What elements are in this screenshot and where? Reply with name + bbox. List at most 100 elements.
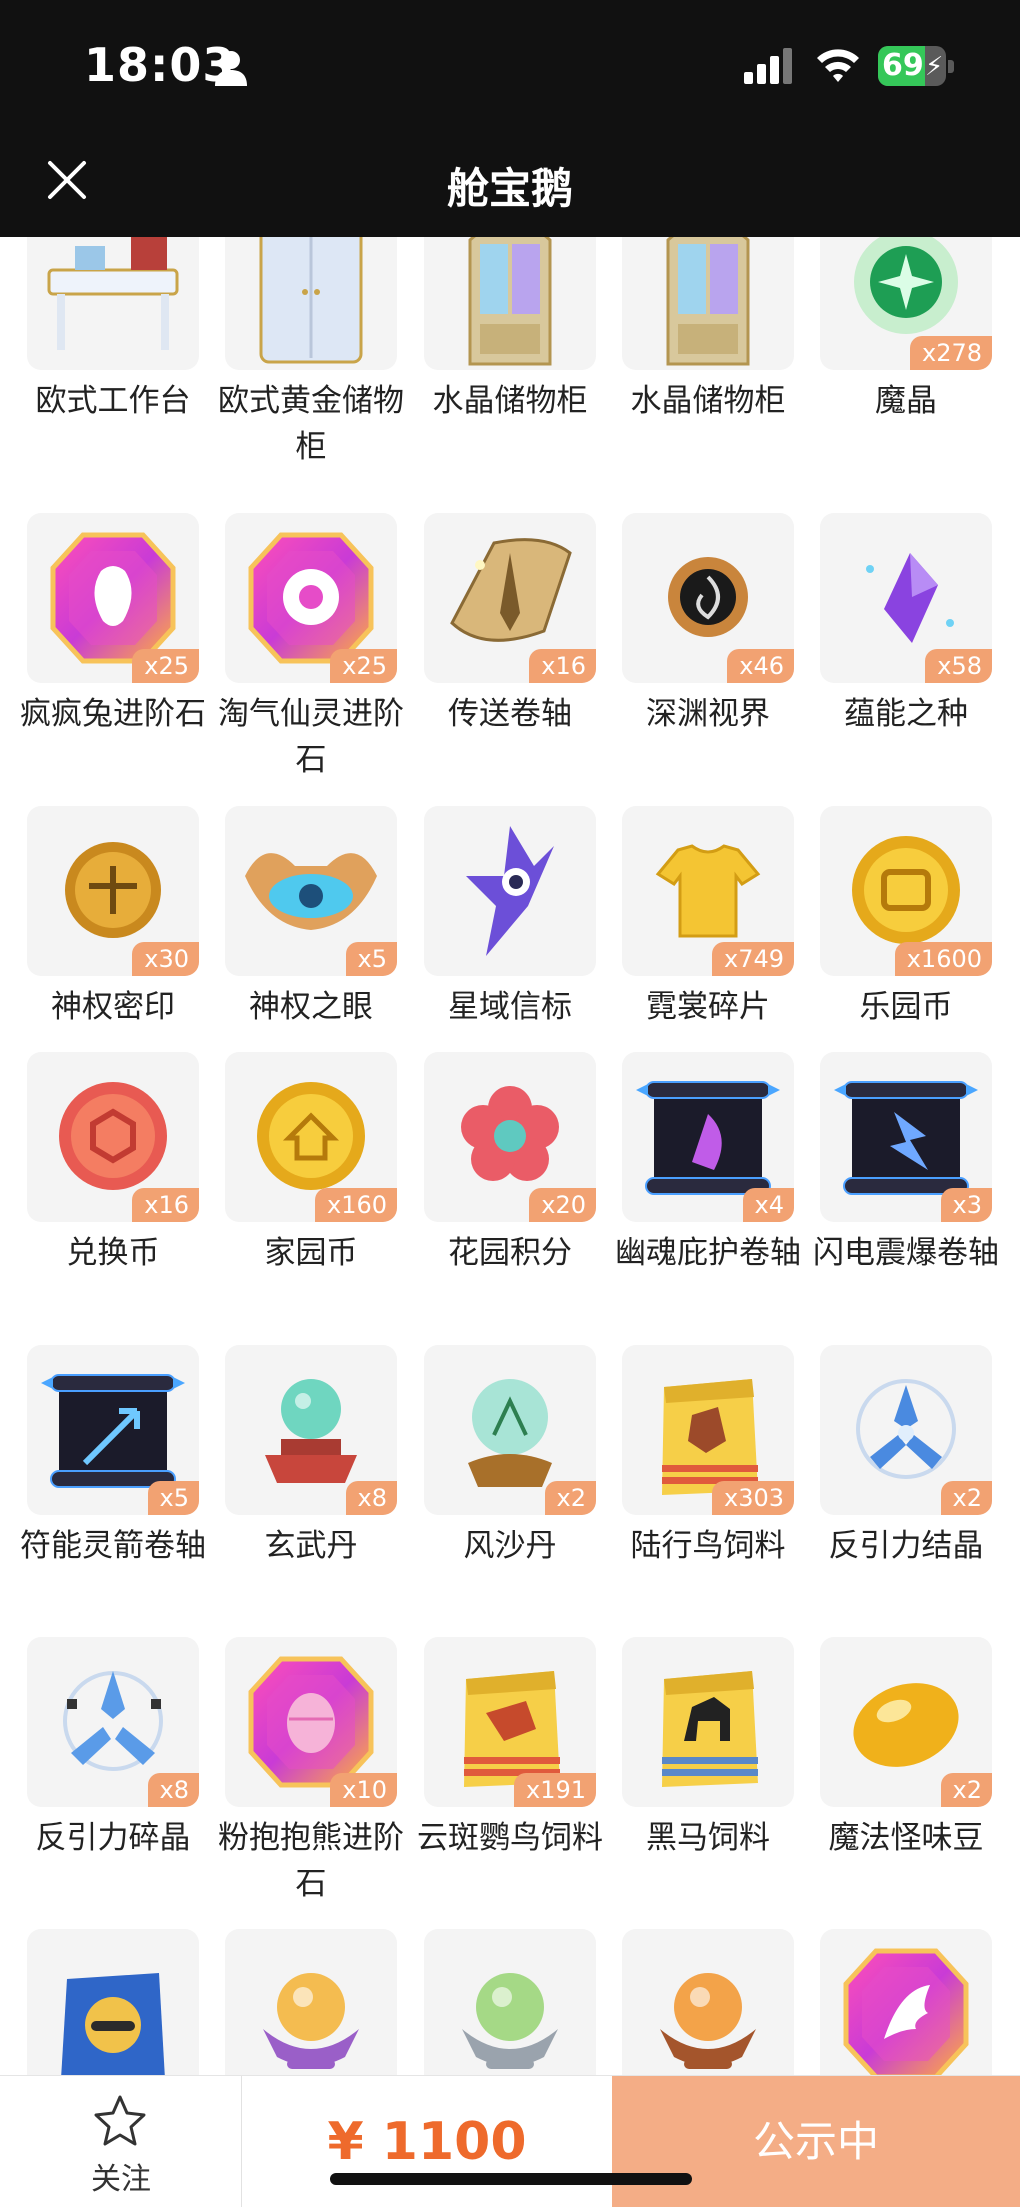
item-name: 传送卷轴: [448, 696, 572, 732]
wardrobe-icon: [259, 237, 363, 364]
item-tile: x46: [622, 513, 794, 683]
feed-bag-horse-icon: [662, 1671, 758, 1787]
price-label: ¥ 1100: [327, 2112, 527, 2172]
item-tile: x749: [622, 806, 794, 976]
item-count-badge: x46: [727, 649, 794, 683]
inventory-item[interactable]: x46 深渊视界: [622, 513, 794, 737]
item-tile: [424, 806, 596, 976]
inventory-item[interactable]: [27, 1929, 199, 2075]
item-name: 魔晶: [875, 383, 937, 419]
inventory-item[interactable]: [424, 1929, 596, 2075]
item-tile: x16: [27, 1052, 199, 1222]
item-tile: x58: [820, 513, 992, 683]
item-count-badge: x303: [711, 1481, 794, 1515]
inventory-item[interactable]: x4 幽魂庇护卷轴: [615, 1052, 801, 1276]
inventory-item[interactable]: x2 反引力结晶: [820, 1345, 992, 1569]
item-count-badge: x160: [314, 1188, 397, 1222]
item-name: 陆行鸟饲料: [630, 1528, 786, 1564]
inventory-item[interactable]: x30 神权密印: [27, 806, 199, 1030]
item-name: 符能灵箭卷轴: [20, 1528, 206, 1564]
inventory-item[interactable]: x58 蕴能之种: [820, 513, 992, 737]
item-count-badge: x278: [909, 336, 992, 370]
inventory-item[interactable]: 水晶储物柜: [622, 237, 794, 424]
follow-button[interactable]: 关注: [0, 2076, 242, 2207]
battery-percent: 69: [882, 48, 924, 83]
item-tile: x1600: [820, 806, 992, 976]
inventory-item[interactable]: [225, 1929, 397, 2075]
inventory-item[interactable]: x25 淘气仙灵进阶石: [218, 513, 404, 783]
signal-icon: [744, 48, 792, 84]
inventory-item[interactable]: x16 兑换币: [27, 1052, 199, 1276]
item-count-badge: x5: [345, 942, 397, 976]
orb-purple-icon: [263, 1973, 359, 2069]
inventory-item[interactable]: x160 家园币: [225, 1052, 397, 1276]
inventory-item[interactable]: 欧式黄金储物柜: [218, 237, 404, 470]
inventory-item[interactable]: x3 闪电震爆卷轴: [813, 1052, 999, 1276]
inventory-item[interactable]: x2 风沙丹: [424, 1345, 596, 1569]
inventory-item[interactable]: 星域信标: [424, 806, 596, 1030]
item-name: 云斑鹦鸟饲料: [417, 1820, 603, 1856]
item-count-badge: x25: [132, 649, 199, 683]
inventory-item[interactable]: [622, 1929, 794, 2075]
crystal-cabinet-icon: [666, 237, 750, 366]
item-name: 家园币: [264, 1235, 358, 1271]
inventory-item[interactable]: x5 神权之眼: [225, 806, 397, 1030]
inventory-item[interactable]: 水晶储物柜: [424, 237, 596, 424]
item-name: 风沙丹: [463, 1528, 557, 1564]
inventory-item[interactable]: x1600 乐园币: [820, 806, 992, 1030]
star-icon: [94, 2095, 146, 2146]
item-tile: [424, 1929, 596, 2075]
item-grid: 欧式工作台 欧式黄金储物柜 水晶储物柜 水晶储物柜 x278 魔晶 x25 疯疯兔进…: [0, 237, 1020, 2075]
inventory-item[interactable]: x8 玄武丹: [225, 1345, 397, 1569]
inventory-item[interactable]: x278 魔晶: [820, 237, 992, 424]
item-tile: [27, 1929, 199, 2075]
charging-bolt-icon: ⚡: [925, 52, 944, 82]
inventory-item[interactable]: x10 粉抱抱熊进阶石: [218, 1637, 404, 1907]
inventory-item[interactable]: x303 陆行鸟饲料: [622, 1345, 794, 1569]
item-tile: x20: [424, 1052, 596, 1222]
item-name: 欧式黄金储物柜: [218, 383, 404, 465]
nav-header: 舱宝鹅: [0, 133, 1020, 237]
item-name: 神权之眼: [249, 989, 373, 1025]
item-name: 神权密印: [51, 989, 175, 1025]
home-indicator: [330, 2173, 692, 2185]
inventory-item[interactable]: x2 魔法怪味豆: [820, 1637, 992, 1861]
item-tile: x303: [622, 1345, 794, 1515]
item-name: 欧式工作台: [35, 383, 191, 419]
item-name: 乐园币: [859, 989, 953, 1025]
item-name: 霓裳碎片: [646, 989, 770, 1025]
orb-silver-icon: [462, 1973, 558, 2069]
item-count-badge: x30: [132, 942, 199, 976]
inventory-item[interactable]: x20 花园积分: [424, 1052, 596, 1276]
bottom-action-bar: 关注 ¥ 1100 公示中: [0, 2075, 1020, 2207]
item-name: 反引力碎晶: [35, 1820, 191, 1856]
inventory-item[interactable]: x25 疯疯兔进阶石: [20, 513, 206, 737]
item-tile: x25: [27, 513, 199, 683]
item-name: 粉抱抱熊进阶石: [218, 1820, 404, 1902]
item-count-badge: x2: [940, 1773, 992, 1807]
publicity-status-button[interactable]: 公示中: [612, 2076, 1020, 2207]
inventory-item[interactable]: x191 云斑鹦鸟饲料: [417, 1637, 603, 1861]
item-name: 花园积分: [448, 1235, 572, 1271]
item-count-badge: x3: [940, 1188, 992, 1222]
inventory-item[interactable]: x749 霓裳碎片: [622, 806, 794, 1030]
crystal-cabinet-icon: [468, 237, 552, 366]
inventory-item[interactable]: x8 反引力碎晶: [27, 1637, 199, 1861]
item-count-badge: x25: [330, 649, 397, 683]
item-tile: x30: [27, 806, 199, 976]
item-name: 水晶储物柜: [432, 383, 588, 419]
status-bar: 18:03 69 ⚡: [0, 0, 1020, 133]
item-name: 黑马饲料: [646, 1820, 770, 1856]
inventory-item[interactable]: 黑马饲料: [622, 1637, 794, 1861]
inventory-item[interactable]: x5 符能灵箭卷轴: [20, 1345, 206, 1569]
item-count-badge: x16: [132, 1188, 199, 1222]
item-name: 反引力结晶: [828, 1528, 984, 1564]
item-tile: x278: [820, 237, 992, 370]
pet-bag-icon: [61, 1973, 165, 2075]
follow-label: 关注: [91, 2162, 151, 2197]
inventory-item[interactable]: 欧式工作台: [27, 237, 199, 424]
inventory-item[interactable]: [820, 1929, 992, 2075]
inventory-item[interactable]: x16 传送卷轴: [424, 513, 596, 737]
item-count-badge: x16: [529, 649, 596, 683]
item-count-badge: x2: [544, 1481, 596, 1515]
